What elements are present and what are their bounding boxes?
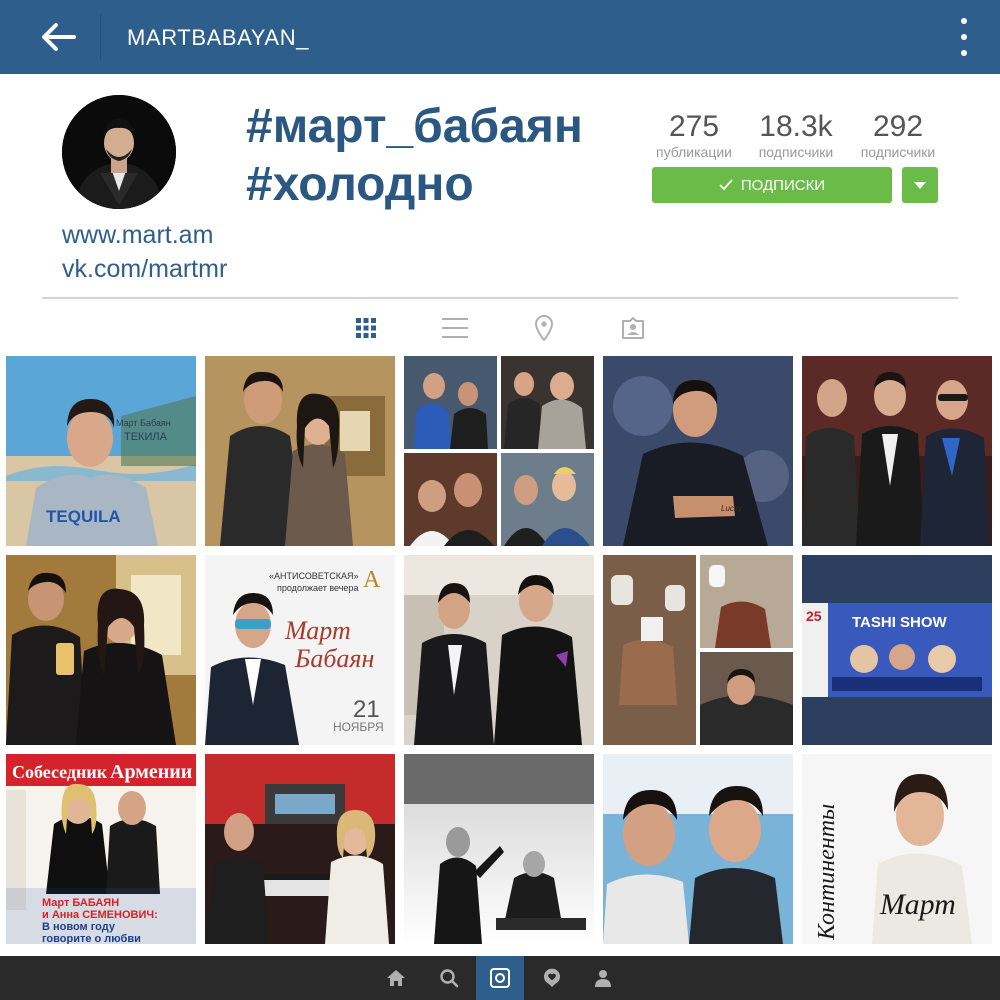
username-title: MARTBABAYAN_: [127, 25, 310, 50]
hashtag-link[interactable]: #холодно: [246, 156, 583, 214]
search-icon: [440, 969, 459, 988]
stat-value: 292: [872, 110, 924, 143]
person-icon: [595, 970, 611, 987]
photo-caption: говорите о любви: [42, 933, 141, 944]
photo-caption: Март: [879, 888, 956, 921]
back-button[interactable]: [30, 16, 86, 58]
stat-label: подписчики: [758, 144, 834, 160]
nav-activity[interactable]: [528, 956, 576, 1000]
stat-following[interactable]: 292 подписчики: [852, 110, 944, 160]
website-link[interactable]: www.mart.am: [62, 218, 227, 252]
nav-home[interactable]: [372, 956, 420, 1000]
photo-caption: Март: [284, 616, 351, 645]
stat-posts[interactable]: 275 публикации: [648, 110, 740, 160]
top-app-bar: MARTBABAYAN_: [0, 0, 1000, 74]
more-options-button[interactable]: [952, 14, 976, 60]
photo-thumbnail[interactable]: «АНТИСОВЕТСКАЯ» продолжает вечера A Март…: [205, 555, 395, 745]
photo-caption: Собеседник: [12, 762, 108, 782]
topbar-divider: [100, 14, 101, 60]
list-icon: [442, 318, 468, 338]
checkmark-icon: [719, 179, 733, 191]
photo-caption: 21: [353, 696, 380, 723]
hashtag-link[interactable]: #март_бабаян: [246, 98, 583, 156]
arrow-left-icon: [42, 23, 76, 51]
stat-label: подписчики: [860, 144, 936, 160]
photo-caption: Бабаян: [294, 644, 374, 673]
photo-caption: Армении: [110, 761, 192, 783]
photo-caption: TEQUILA: [46, 507, 121, 526]
photo-thumbnail[interactable]: 25 TASHI SHOW: [802, 555, 992, 745]
photo-caption: В новом году: [42, 921, 116, 933]
photo-caption: Lucky: [721, 504, 743, 513]
tagged-person-icon: [622, 317, 644, 339]
photo-caption: Март БАБАЯН: [42, 897, 119, 909]
heart-bubble-icon: [544, 968, 560, 987]
nav-camera[interactable]: [476, 956, 524, 1000]
photo-thumbnail[interactable]: [205, 356, 395, 546]
photo-thumbnail[interactable]: [404, 754, 594, 944]
photo-caption: «АНТИСОВЕТСКАЯ»: [269, 571, 359, 581]
photo-thumbnail[interactable]: Собеседник Армении Март БАБАЯН и Анна СЕ…: [6, 754, 196, 944]
photo-thumbnail[interactable]: [404, 555, 594, 745]
tab-list[interactable]: [435, 311, 475, 345]
stat-followers[interactable]: 18.3k подписчики: [750, 110, 842, 160]
photo-caption: TASHI SHOW: [852, 614, 948, 631]
photo-thumbnail[interactable]: [802, 356, 992, 546]
bottom-navigation-bar: [0, 956, 1000, 1000]
tab-tagged[interactable]: [613, 311, 653, 345]
photo-thumbnail[interactable]: [205, 754, 395, 944]
stat-label: публикации: [656, 144, 732, 160]
more-vertical-icon: [961, 18, 967, 24]
photo-thumbnail[interactable]: [404, 356, 594, 546]
following-button-label: ПОДПИСКИ: [740, 176, 826, 194]
bio-hashtags: #март_бабаян #холодно: [246, 98, 583, 214]
nav-search[interactable]: [425, 956, 473, 1000]
camera-icon: [490, 968, 510, 988]
photo-caption: продолжает вечера: [277, 583, 358, 593]
suggestions-dropdown-button[interactable]: [902, 167, 938, 203]
tab-map[interactable]: [524, 311, 564, 345]
photo-thumbnail[interactable]: [6, 555, 196, 745]
photo-caption: 25: [806, 608, 822, 624]
bio-links: www.mart.am vk.com/martmr: [62, 218, 227, 286]
header-divider: [42, 297, 958, 299]
photo-caption: Март Бабаян: [116, 418, 171, 428]
profile-stats: 275 публикации 18.3k подписчики 292 подп…: [648, 110, 944, 160]
vk-link[interactable]: vk.com/martmr: [62, 252, 227, 286]
photo-thumbnail[interactable]: Lucky: [603, 356, 793, 546]
photo-caption: НОЯБРЯ: [333, 720, 384, 734]
nav-profile[interactable]: [579, 956, 627, 1000]
stat-value: 18.3k: [759, 110, 833, 143]
photo-thumbnail[interactable]: [603, 754, 793, 944]
stat-value: 275: [668, 110, 720, 143]
following-button[interactable]: ПОДПИСКИ: [652, 167, 892, 203]
photo-caption: ТЕКИЛА: [124, 431, 168, 443]
grid-icon: [356, 318, 376, 338]
photo-thumbnail[interactable]: Континенты Март: [802, 754, 992, 944]
photo-caption: Континенты: [814, 804, 840, 941]
photo-thumbnail[interactable]: [603, 555, 793, 745]
svg-text:A: A: [363, 567, 381, 593]
photo-caption: и Анна СЕМЕНОВИЧ:: [42, 909, 158, 921]
tab-grid[interactable]: [346, 311, 386, 345]
profile-avatar[interactable]: [62, 95, 176, 209]
photo-thumbnail[interactable]: TEQUILA Март Бабаян ТЕКИЛА: [6, 356, 196, 546]
caret-down-icon: [914, 181, 926, 189]
location-pin-icon: [534, 315, 554, 341]
home-icon: [387, 970, 405, 986]
